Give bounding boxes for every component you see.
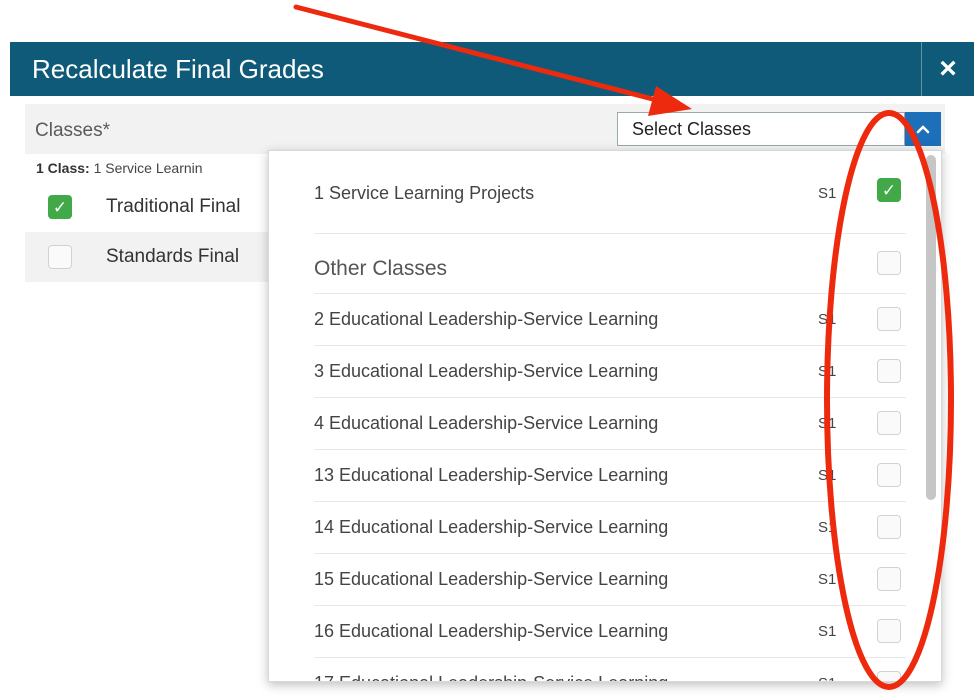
class-checkbox[interactable] (877, 411, 901, 435)
list-item-class[interactable]: 14 Educational Leadership-Service Learni… (314, 501, 906, 554)
class-term: S1 (818, 467, 837, 484)
dialog-header: Recalculate Final Grades × (10, 42, 974, 96)
list-item-class[interactable]: 13 Educational Leadership-Service Learni… (314, 449, 906, 502)
class-checkbox[interactable] (877, 463, 901, 487)
class-checkbox[interactable]: ✓ (877, 178, 901, 202)
class-name: 14 Educational Leadership-Service Learni… (314, 517, 669, 537)
option-label: Traditional Final (106, 196, 241, 217)
group-select-all-checkbox[interactable] (877, 251, 901, 275)
option-label: Standards Final (106, 246, 240, 267)
list-item-class[interactable]: 3 Educational Leadership-Service Learnin… (314, 345, 906, 398)
class-name: 15 Educational Leadership-Service Learni… (314, 569, 669, 589)
checkmark-icon: ✓ (881, 180, 897, 200)
class-term: S1 (818, 363, 837, 380)
list-item-class[interactable]: 2 Educational Leadership-Service Learnin… (314, 293, 906, 346)
standards-final-checkbox[interactable] (48, 245, 72, 269)
list-item-selected-class[interactable]: 1 Service Learning Projects S1 ✓ (314, 159, 906, 234)
classes-label: Classes* (35, 120, 110, 141)
class-term: S1 (818, 415, 837, 432)
list-item-class[interactable]: 17 Educational Leadership-Service Learni… (314, 657, 906, 681)
dialog-title: Recalculate Final Grades (32, 53, 324, 84)
class-name: 2 Educational Leadership-Service Learnin… (314, 309, 659, 329)
class-name: 1 Service Learning Projects (314, 183, 535, 203)
class-checkbox[interactable] (877, 567, 901, 591)
class-name: 4 Educational Leadership-Service Learnin… (314, 413, 659, 433)
option-standards-final[interactable]: Standards Final (25, 232, 305, 282)
class-term: S1 (818, 185, 837, 202)
dropdown-toggle-button[interactable] (905, 112, 941, 146)
close-button[interactable]: × (921, 42, 974, 96)
class-name: 13 Educational Leadership-Service Learni… (314, 465, 669, 485)
class-name: 17 Educational Leadership-Service Learni… (314, 673, 668, 681)
class-term: S1 (818, 519, 837, 536)
class-checkbox[interactable] (877, 619, 901, 643)
class-term: S1 (818, 571, 837, 588)
close-icon: × (939, 52, 957, 85)
class-dropdown-panel: 1 Service Learning Projects S1 ✓ Other C… (268, 150, 942, 682)
selected-classes-summary: 1 Class: 1 Service Learnin (36, 160, 203, 176)
class-name: 3 Educational Leadership-Service Learnin… (314, 361, 659, 381)
chevron-up-icon (916, 125, 930, 134)
classes-row: Classes* Select Classes (25, 104, 945, 154)
dropdown-scrollbar[interactable] (926, 155, 936, 500)
list-item-class[interactable]: 16 Educational Leadership-Service Learni… (314, 605, 906, 658)
class-term: S1 (818, 311, 837, 328)
list-item-class[interactable]: 15 Educational Leadership-Service Learni… (314, 553, 906, 606)
summary-count: 1 Class: (36, 160, 90, 176)
list-item-class[interactable]: 4 Educational Leadership-Service Learnin… (314, 397, 906, 450)
class-term: S1 (818, 675, 836, 681)
summary-text: 1 Service Learnin (89, 160, 203, 176)
class-checkbox[interactable] (877, 359, 901, 383)
class-checkbox[interactable] (877, 515, 901, 539)
select-classes-dropdown[interactable]: Select Classes (617, 112, 905, 146)
class-checkbox[interactable] (877, 307, 901, 331)
checkmark-icon: ✓ (52, 197, 68, 217)
traditional-final-checkbox[interactable]: ✓ (48, 195, 72, 219)
group-title: Other Classes (314, 257, 448, 280)
class-checkbox[interactable] (877, 671, 901, 681)
class-term: S1 (818, 623, 837, 640)
group-header-other-classes[interactable]: Other Classes (314, 235, 906, 294)
class-name: 16 Educational Leadership-Service Learni… (314, 621, 669, 641)
option-traditional-final[interactable]: ✓ Traditional Final (25, 182, 305, 232)
